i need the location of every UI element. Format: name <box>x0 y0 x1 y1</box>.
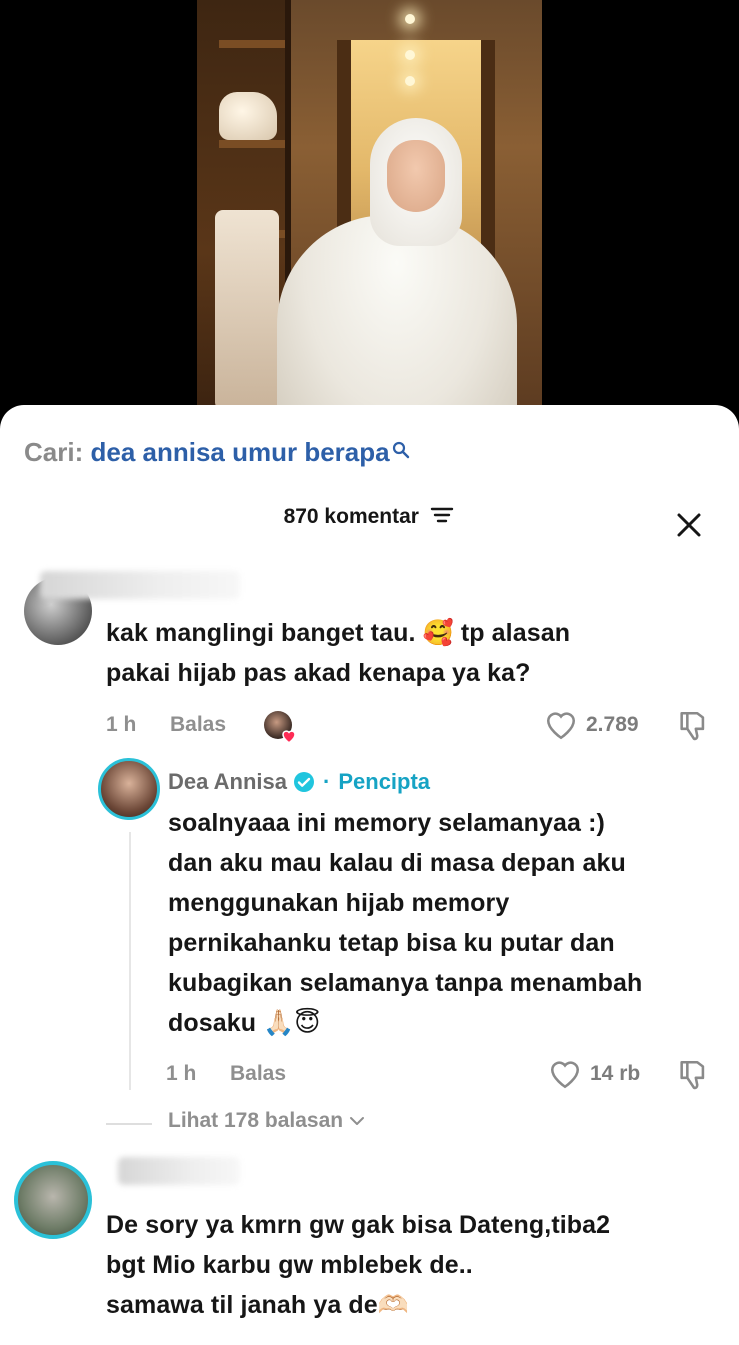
sort-icon[interactable] <box>429 506 455 529</box>
reply-text-line: soalnyaaa ini memory selamanyaa :) <box>168 809 605 837</box>
comment-text: kak manglingi banget tau. 🥰 tp alasan pa… <box>106 613 726 693</box>
creator-avatar[interactable] <box>98 758 160 820</box>
reply-text-line: pernikahanku tetap bisa ku putar dan <box>168 929 615 957</box>
like-button[interactable]: 2.789 <box>544 709 639 741</box>
dislike-icon[interactable] <box>676 709 710 748</box>
dislike-icon[interactable] <box>676 1058 710 1097</box>
creator-liked-badge <box>264 711 298 745</box>
close-icon[interactable] <box>675 511 703 544</box>
reply-author-name[interactable]: Dea Annisa <box>168 769 287 795</box>
comment-time: 1 h <box>106 713 137 736</box>
reply-like-button[interactable]: 14 rb <box>548 1058 640 1090</box>
creator-tag: Pencipta <box>338 769 431 794</box>
username-blurred[interactable] <box>118 1157 240 1185</box>
heart-outline-icon <box>550 1061 580 1089</box>
comment-text-line: kak manglingi banget tau. 🥰 tp alasan <box>106 619 571 647</box>
thread-line <box>129 832 131 1090</box>
reply-button[interactable]: Balas <box>230 1062 286 1086</box>
search-query-link[interactable]: dea annisa umur berapa <box>90 437 389 467</box>
reply-text-line: kubagikan selamanya tanpa menambah <box>168 969 643 997</box>
view-replies-button[interactable]: Lihat 178 balasan <box>168 1109 365 1133</box>
comment-text-line: bgt Mio karbu gw mblebek de.. <box>106 1251 473 1279</box>
comment-count: 870 komentar <box>283 505 419 528</box>
avatar[interactable] <box>14 1161 92 1239</box>
comments-header: 870 komentar <box>0 505 739 545</box>
reply-text-line: menggunakan hijab memory <box>168 889 510 917</box>
comment-text-line: samawa til janah ya de🫶🏻 <box>106 1291 409 1319</box>
ceiling-light-icon <box>405 50 415 60</box>
comments-sheet: Cari: dea annisa umur berapa 870 komenta… <box>0 405 739 1345</box>
search-suggestion[interactable]: Cari: dea annisa umur berapa <box>24 437 410 468</box>
reply-text-line: dosaku 🙏🏻😇 <box>168 1009 321 1037</box>
search-prefix: Cari: <box>24 437 84 467</box>
ceiling-light-icon <box>405 14 415 24</box>
video-scene-pillow <box>219 92 277 140</box>
comment-text-line: pakai hijab pas akad kenapa ya ka? <box>106 659 531 687</box>
video-scene-face <box>387 140 445 212</box>
like-count: 2.789 <box>586 713 639 736</box>
heart-outline-icon <box>546 712 576 740</box>
reply-like-count: 14 rb <box>590 1062 641 1085</box>
replies-divider <box>106 1123 152 1125</box>
reply-time: 1 h <box>166 1062 197 1085</box>
ceiling-light-icon <box>405 76 415 86</box>
heart-icon <box>282 730 296 744</box>
comment-text-line: De sory ya kmrn gw gak bisa Dateng,tiba2 <box>106 1211 611 1239</box>
view-replies-label: Lihat 178 balasan <box>168 1109 344 1132</box>
video-scene-clothes <box>215 210 279 410</box>
reply-button[interactable]: Balas <box>170 713 226 737</box>
reply-text: soalnyaaa ini memory selamanyaa :) dan a… <box>168 803 728 1043</box>
comment-text: De sory ya kmrn gw gak bisa Dateng,tiba2… <box>106 1205 726 1325</box>
reply-text-line: dan aku mau kalau di masa depan aku <box>168 849 626 877</box>
chevron-down-icon <box>350 1117 365 1125</box>
reply-author-row: Dea Annisa · Pencipta <box>168 769 430 795</box>
video-thumbnail <box>197 0 542 420</box>
search-icon <box>392 435 410 466</box>
verified-icon <box>293 771 315 793</box>
author-separator: · <box>323 769 331 794</box>
video-player[interactable] <box>0 0 739 420</box>
username-blurred[interactable] <box>40 571 240 599</box>
